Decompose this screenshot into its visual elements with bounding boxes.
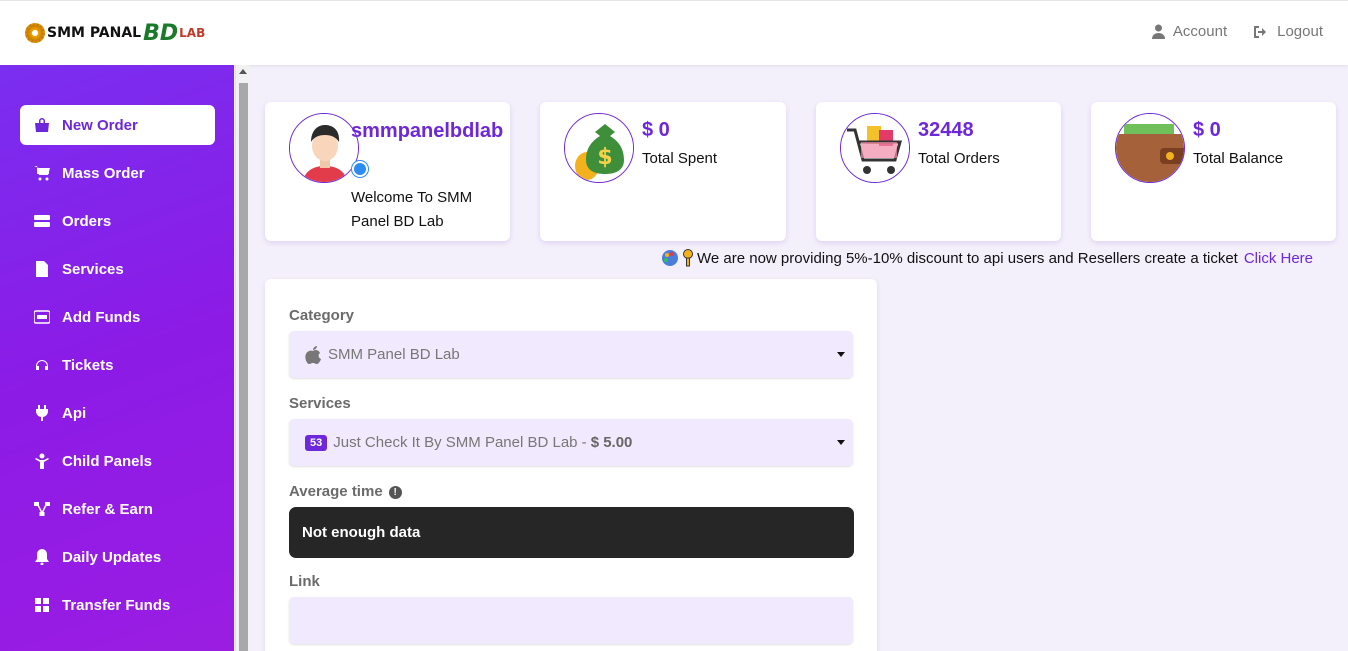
total-spent-label: Total Spent (642, 150, 718, 167)
wallet-icon (1116, 114, 1184, 182)
sidebar-item-label: Api (62, 404, 87, 422)
wallet-avatar (1115, 113, 1185, 183)
service-price: $ 5.00 (590, 434, 633, 451)
bell-icon (35, 549, 49, 565)
sidebar-item-label: Refer & Earn (62, 500, 153, 518)
total-orders-label: Total Orders (918, 150, 1000, 167)
sidebar-item-mass-order[interactable]: Mass Order (20, 153, 215, 193)
total-orders-value: 32448 (918, 119, 974, 141)
file-icon (36, 261, 48, 277)
service-id-badge: 53 (305, 434, 328, 451)
svg-text:$: $ (597, 145, 612, 170)
total-spent-card: $ $ 0 Total Spent (540, 102, 786, 241)
logo-text-lab: LAB (179, 26, 206, 40)
sign-out-icon (1254, 25, 1267, 38)
average-time-label: Average time! (289, 483, 402, 500)
sidebar-item-api[interactable]: Api (20, 393, 215, 433)
server-icon (34, 215, 50, 227)
profile-card: smmpanelbdlab Welcome To SMM Panel BD La… (265, 102, 510, 241)
headset-icon (36, 360, 48, 370)
sidebar-item-child-panels[interactable]: Child Panels (20, 441, 215, 481)
chevron-down-icon (837, 440, 845, 445)
grid-icon (35, 598, 49, 612)
sidebar-item-label: Tickets (62, 356, 114, 374)
sidebar-item-daily-updates[interactable]: Daily Updates (20, 537, 215, 577)
cart-plus-icon (34, 166, 50, 181)
sidebar-item-refer-earn[interactable]: Refer & Earn (20, 489, 215, 529)
new-order-form: Category SMM Panel BD Lab Services 53 Ju… (265, 279, 877, 651)
top-navbar: SMM PANAL BD LAB Account Logout (0, 0, 1348, 65)
sidebar-item-label: Transfer Funds (62, 596, 171, 614)
brand-logo[interactable]: SMM PANAL BD LAB (25, 17, 205, 49)
category-selected-value: SMM Panel BD Lab (328, 346, 460, 363)
account-label: Account (1172, 23, 1228, 40)
sidebar-scrollbar[interactable] (235, 65, 249, 651)
sidebar-item-label: New Order (62, 116, 138, 134)
money-bag-avatar: $ (564, 113, 634, 183)
logo-text-bd: BD (143, 20, 179, 46)
user-avatar-icon (290, 114, 358, 182)
total-spent-value: $ 0 (642, 119, 670, 141)
sidebar-item-tickets[interactable]: Tickets (20, 345, 215, 385)
sidebar-item-label: Mass Order (62, 164, 145, 182)
sidebar-item-new-order[interactable]: New Order (20, 105, 215, 145)
scrollbar-thumb[interactable] (239, 83, 248, 651)
click-here-link[interactable]: Click Here (1244, 250, 1313, 267)
paint-palette-icon (662, 250, 678, 266)
sidebar-item-transfer-funds[interactable]: Transfer Funds (20, 585, 215, 625)
total-balance-label: Total Balance (1193, 150, 1284, 167)
avatar (289, 113, 359, 183)
sidebar-item-label: Child Panels (62, 452, 153, 470)
average-time-label-text: Average time (289, 483, 383, 500)
profile-username: smmpanelbdlab (351, 120, 504, 142)
average-time-value: Not enough data (289, 507, 854, 558)
shopping-bag-icon (35, 118, 49, 132)
discount-notice-text: We are now providing 5%-10% discount to … (697, 249, 1238, 267)
sidebar-item-orders[interactable]: Orders (20, 201, 215, 241)
total-balance-value: $ 0 (1193, 119, 1221, 141)
total-balance-card: $ 0 Total Balance (1091, 102, 1336, 241)
discount-notice: We are now providing 5%-10% discount to … (661, 249, 1313, 267)
service-name: Just Check It By SMM Panel BD Lab - (333, 434, 587, 451)
total-orders-card: 32448 Total Orders (816, 102, 1061, 241)
logout-link[interactable]: Logout (1253, 23, 1323, 40)
info-icon[interactable]: ! (388, 486, 402, 499)
gear-logo-icon (25, 23, 45, 43)
services-select[interactable]: 53 Just Check It By SMM Panel BD Lab - $… (289, 419, 853, 466)
scroll-up-arrow-icon[interactable] (239, 69, 247, 74)
account-link[interactable]: Account (1151, 23, 1228, 40)
verified-badge-icon (352, 161, 368, 177)
plug-icon (36, 405, 48, 421)
category-select[interactable]: SMM Panel BD Lab (289, 331, 853, 378)
sidebar-item-label: Daily Updates (62, 548, 162, 566)
logout-label: Logout (1277, 23, 1323, 40)
link-input[interactable] (289, 597, 853, 644)
shopping-cart-icon (841, 114, 909, 182)
sidebar: New Order Mass Order Orders Services Add… (0, 65, 234, 651)
logo-text-smm-panal: SMM PANAL (47, 25, 142, 41)
sidebar-item-label: Services (62, 260, 124, 278)
money-bag-icon: $ (565, 114, 633, 182)
sidebar-item-label: Add Funds (62, 308, 141, 326)
profile-welcome-text: Welcome To SMM Panel BD Lab (351, 189, 473, 230)
top-nav-links: Account Logout (1151, 23, 1323, 40)
services-label: Services (289, 395, 351, 412)
category-label: Category (289, 307, 355, 324)
pay-icon (34, 310, 50, 324)
sidebar-item-services[interactable]: Services (20, 249, 215, 289)
sidebar-item-label: Orders (62, 212, 112, 230)
child-icon (35, 453, 49, 469)
network-icon (34, 502, 50, 516)
user-icon (1151, 24, 1165, 39)
apple-icon (305, 345, 321, 364)
link-label: Link (289, 573, 320, 590)
sidebar-item-add-funds[interactable]: Add Funds (20, 297, 215, 337)
chevron-down-icon (837, 352, 845, 357)
cart-avatar (840, 113, 910, 183)
key-icon (683, 249, 693, 267)
